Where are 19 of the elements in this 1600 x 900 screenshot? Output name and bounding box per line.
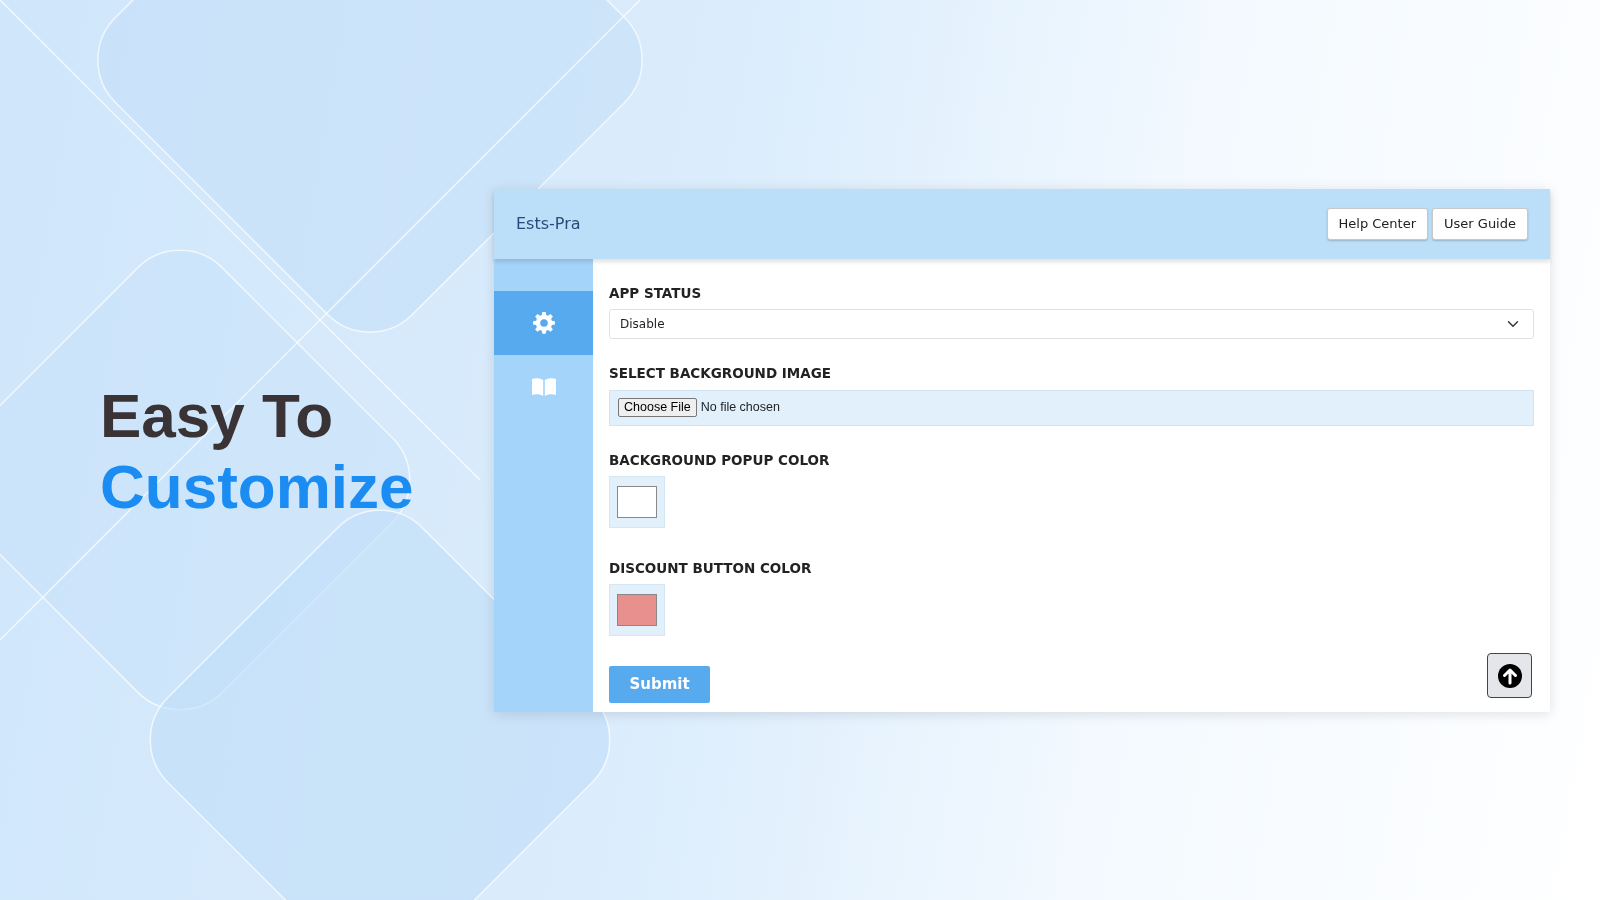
file-status-text: No file chosen [700,399,780,417]
file-field[interactable]: Choose File No file chosen [609,389,1534,426]
field-label: BACKGROUND POPUP COLOR [609,450,831,470]
book-icon [530,376,557,398]
app-title: Ests-Pra [516,213,581,235]
header-button[interactable]: User Guide [1432,208,1528,240]
choose-file-button[interactable]: Choose File [618,398,697,417]
gear-icon [531,311,556,335]
headline: Easy To [100,380,335,452]
headline-highlight: Customize [100,451,414,523]
field-label: SELECT BACKGROUND IMAGE [609,364,833,384]
sidebar-item[interactable] [494,291,593,355]
header-button[interactable]: Help Center [1326,208,1429,240]
field-label: DISCOUNT BUTTON COLOR [609,558,813,578]
scroll-top-button[interactable] [1487,653,1532,698]
color-picker[interactable] [609,584,665,636]
status-select[interactable]: Disable [609,309,1534,340]
color-picker[interactable] [609,475,665,528]
field-label: APP STATUS [609,284,703,303]
